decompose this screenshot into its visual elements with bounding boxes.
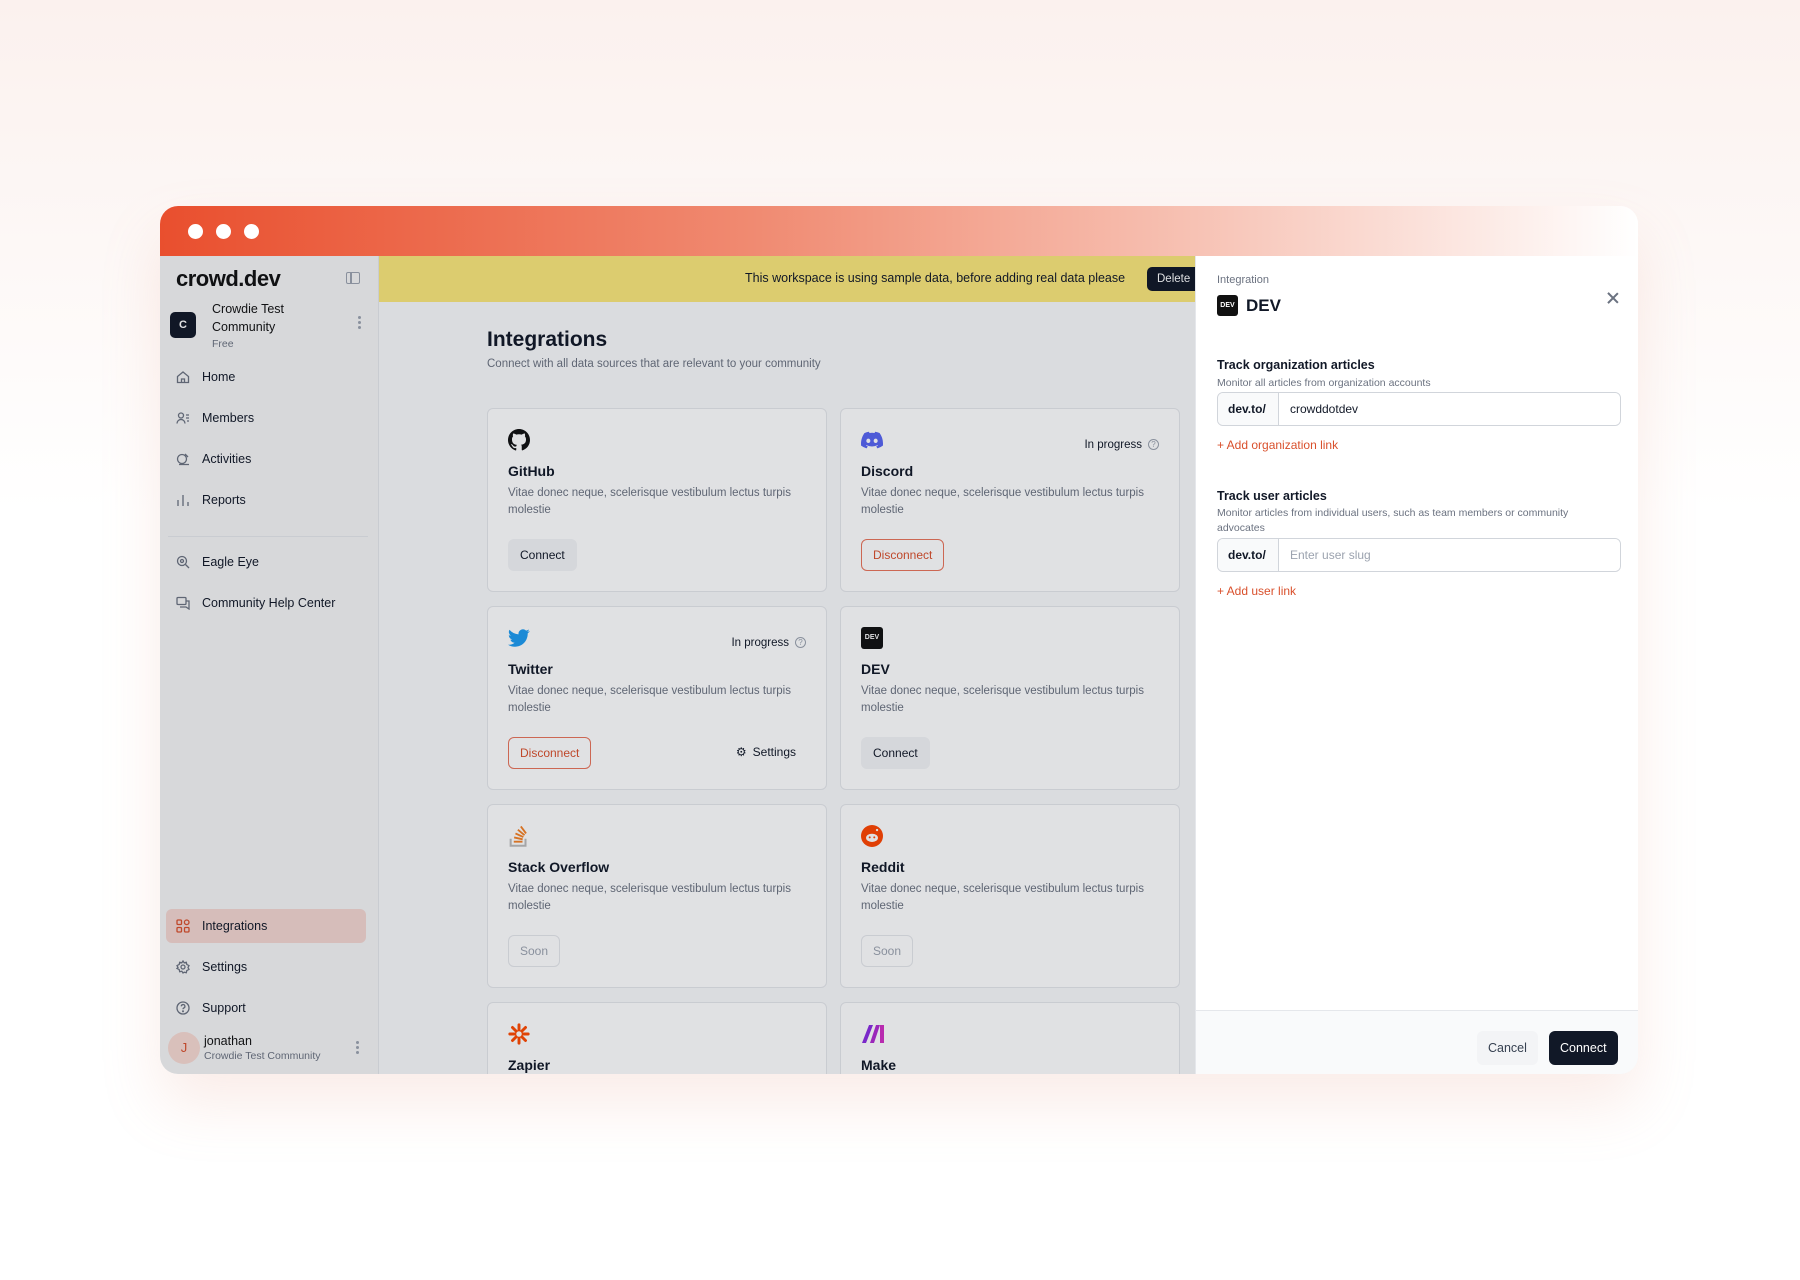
dev-logo-icon: DEV: [1217, 295, 1238, 316]
user-articles-title: Track user articles: [1217, 489, 1327, 503]
window-minimize-dot[interactable]: [216, 224, 231, 239]
user-articles-description: Monitor articles from individual users, …: [1217, 507, 1569, 534]
user-slug-input[interactable]: [1280, 539, 1620, 571]
field-prefix: dev.to/: [1218, 539, 1279, 571]
add-organization-link[interactable]: + Add organization link: [1217, 438, 1338, 452]
user-link-field: dev.to/: [1217, 538, 1621, 572]
drawer-title: DEV: [1246, 296, 1281, 315]
drawer-kicker: Integration: [1217, 274, 1269, 286]
add-user-link[interactable]: + Add user link: [1217, 584, 1296, 598]
org-articles-title: Track organization articles: [1217, 358, 1375, 372]
field-prefix: dev.to/: [1218, 393, 1279, 425]
org-link-field: dev.to/: [1217, 392, 1621, 426]
window-maximize-dot[interactable]: [244, 224, 259, 239]
org-articles-description: Monitor all articles from organization a…: [1217, 377, 1431, 389]
app-window: crowd.dev C Crowdie Test Community Free …: [160, 206, 1638, 1074]
connect-button[interactable]: Connect: [1549, 1031, 1618, 1065]
close-icon[interactable]: [1606, 291, 1620, 305]
integration-drawer: Integration DEV DEV Track organization a…: [1195, 256, 1638, 1074]
cancel-button[interactable]: Cancel: [1477, 1031, 1538, 1065]
drawer-footer: Cancel Connect: [1196, 1010, 1638, 1074]
org-slug-input[interactable]: [1280, 393, 1620, 425]
window-close-dot[interactable]: [188, 224, 203, 239]
window-titlebar: [160, 206, 1638, 256]
